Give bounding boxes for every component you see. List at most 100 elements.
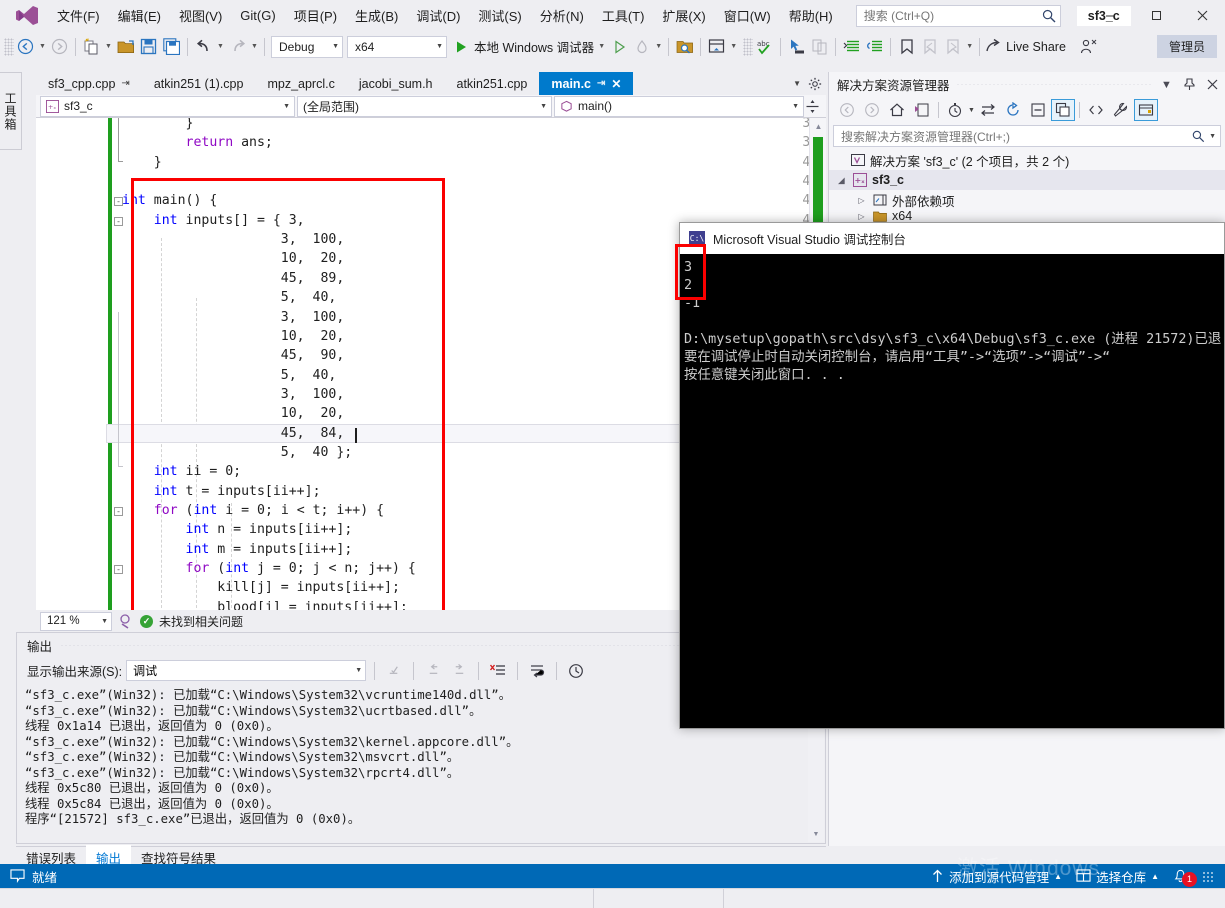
fold-toggle-icon[interactable]: -	[114, 565, 123, 575]
menu-item-analyze[interactable]: 分析(N)	[531, 2, 593, 29]
code-line[interactable]: return ans;	[122, 135, 273, 150]
chevron-down-icon-8[interactable]: ▼	[1158, 75, 1175, 94]
fold-toggle-icon[interactable]: -	[114, 507, 123, 516]
resize-grip[interactable]	[1202, 870, 1213, 882]
save-all-icon[interactable]	[160, 35, 183, 58]
code-line[interactable]: 45, 90,	[122, 348, 345, 363]
code-line[interactable]: 10, 20,	[122, 251, 345, 266]
member-scope-combo[interactable]: main() ▼	[554, 95, 804, 117]
code-line[interactable]: int inputs[] = { 3,	[122, 213, 305, 228]
code-line[interactable]: 3, 100,	[122, 387, 345, 402]
jump-next-icon[interactable]	[448, 660, 470, 682]
preview-icon[interactable]	[1133, 99, 1158, 121]
menu-item-debug[interactable]: 调试(D)	[407, 2, 469, 29]
tab-jacobi-sum[interactable]: jacobi_sum.h	[346, 72, 445, 95]
menu-item-edit[interactable]: 编辑(E)	[109, 2, 170, 29]
code-line[interactable]: 5, 40,	[122, 290, 337, 305]
zoom-level-combo[interactable]: 121 % ▼	[40, 611, 112, 631]
menu-item-tools[interactable]: 工具(T)	[593, 2, 654, 29]
maximize-button[interactable]	[1133, 0, 1179, 31]
window-layout-dropdown-icon[interactable]: ▼	[728, 43, 739, 50]
menu-item-project[interactable]: 项目(P)	[285, 2, 346, 29]
hot-reload-icon[interactable]	[630, 35, 653, 58]
fold-toggle-icon[interactable]: -	[114, 216, 123, 226]
pin-icon[interactable]: ⇥	[121, 78, 129, 89]
menu-item-test[interactable]: 测试(S)	[469, 2, 530, 29]
tab-atkin251[interactable]: atkin251.cpp	[444, 72, 540, 95]
indent-icon[interactable]	[840, 35, 863, 58]
tab-mpz-aprcl[interactable]: mpz_aprcl.c	[255, 72, 347, 95]
hot-reload-dropdown-icon[interactable]: ▼	[653, 43, 664, 50]
solution-configuration-combo[interactable]: Debug ▼	[271, 35, 343, 58]
menu-item-window[interactable]: 窗口(W)	[715, 2, 780, 29]
start-without-debugging-icon[interactable]	[607, 35, 630, 58]
code-line[interactable]: }	[122, 155, 162, 170]
output-scroll-down-icon[interactable]: ▼	[808, 826, 824, 842]
solution-platform-combo[interactable]: x64 ▼	[347, 35, 447, 58]
code-line[interactable]: int m = inputs[ii++];	[122, 542, 353, 557]
close-button[interactable]	[1179, 0, 1225, 31]
tab-main-c[interactable]: main.c ⇥ ✕	[539, 72, 634, 95]
undo-dropdown-icon[interactable]: ▼	[215, 43, 226, 50]
menu-item-git[interactable]: Git(G)	[231, 4, 284, 27]
code-line[interactable]: for (int j = 0; j < n; j++) {	[122, 561, 416, 576]
feedback-icon[interactable]	[1078, 35, 1101, 58]
gear-icon[interactable]	[808, 77, 822, 91]
collapse-all-icon[interactable]	[1026, 99, 1050, 121]
code-line[interactable]: int ii = 0;	[122, 464, 241, 479]
outdent-icon[interactable]	[863, 35, 886, 58]
tab-sf3-cpp[interactable]: sf3_cpp.cpp ⇥	[36, 72, 142, 95]
undo-icon[interactable]	[192, 35, 215, 58]
back-icon[interactable]	[835, 99, 859, 121]
solution-explorer-search-input[interactable]: 搜索解决方案资源管理器(Ctrl+;) ▼	[833, 125, 1221, 147]
jump-prev-icon[interactable]	[422, 660, 444, 682]
console-title-bar[interactable]: C:\ Microsoft Visual Studio 调试控制台	[680, 223, 1224, 254]
tree-item-external-dependencies[interactable]: ▷ 外部依赖项	[829, 190, 1225, 210]
notifications-button[interactable]: 1	[1173, 869, 1197, 887]
close-icon-2[interactable]	[1204, 75, 1221, 94]
code-line[interactable]: int n = inputs[ii++];	[122, 522, 353, 537]
word-wrap-icon[interactable]	[526, 660, 548, 682]
code-line[interactable]: 3, 100,	[122, 310, 345, 325]
code-line[interactable]: 45, 84,	[122, 426, 345, 441]
pending-changes-icon[interactable]	[910, 99, 934, 121]
recent-icon[interactable]	[943, 99, 967, 121]
global-scope-combo[interactable]: (全局范围) ▼	[297, 95, 552, 117]
new-item-icon[interactable]	[80, 35, 103, 58]
show-all-files-icon[interactable]	[1050, 99, 1075, 121]
code-line[interactable]: for (int i = 0; i < t; i++) {	[122, 503, 384, 518]
code-line[interactable]: 10, 20,	[122, 406, 345, 421]
menu-item-extensions[interactable]: 扩展(X)	[653, 2, 714, 29]
sync-icon[interactable]	[976, 99, 1000, 121]
add-to-source-control-button[interactable]: 添加到源代码管理 ▲	[931, 867, 1062, 886]
previous-bookmark-icon[interactable]	[918, 35, 941, 58]
code-view-icon[interactable]	[1084, 99, 1108, 121]
code-line[interactable]: 3, 100,	[122, 232, 345, 247]
menu-item-view[interactable]: 视图(V)	[170, 2, 231, 29]
bookmark-overflow-icon[interactable]: ▼	[964, 43, 975, 50]
navigate-forward-icon[interactable]	[48, 35, 71, 58]
properties-icon[interactable]	[1109, 99, 1133, 121]
global-search-input[interactable]: 搜索 (Ctrl+Q)	[855, 4, 1061, 27]
expand-arrow-icon-2[interactable]: ▷	[855, 196, 868, 205]
tree-item-solution[interactable]: 解决方案 'sf3_c' (2 个项目，共 2 个)	[829, 150, 1225, 170]
find-message-icon[interactable]	[383, 660, 405, 682]
project-scope-combo[interactable]: +ₓ sf3_c ▼	[40, 95, 295, 117]
next-bookmark-icon[interactable]	[941, 35, 964, 58]
spellcheck-abc-icon[interactable]: abc	[753, 35, 776, 58]
split-editor-icon[interactable]	[806, 99, 826, 114]
code-line[interactable]: 5, 40 };	[122, 445, 352, 460]
toolbar-grip[interactable]	[4, 37, 14, 56]
tab-atkin251-1[interactable]: atkin251 (1).cpp	[141, 72, 256, 95]
expand-arrow-icon-3[interactable]: ▷	[855, 212, 868, 221]
debug-console-window[interactable]: C:\ Microsoft Visual Studio 调试控制台 3 2 -1 D…	[679, 222, 1225, 729]
pin-icon-active[interactable]: ⇥	[597, 78, 605, 89]
navigation-icon[interactable]	[118, 613, 134, 629]
redo-icon[interactable]	[226, 35, 249, 58]
scroll-up-icon[interactable]: ▲	[810, 118, 826, 135]
console-output-area[interactable]: 3 2 -1 D:\mysetup\gopath\src\dsy\sf3_c\x64…	[680, 254, 1224, 728]
toolbar-grip-2[interactable]	[743, 37, 754, 56]
code-line[interactable]: 10, 20,	[122, 329, 345, 344]
back-dropdown-icon[interactable]: ▼	[37, 43, 48, 50]
expand-arrow-icon[interactable]: ◢	[835, 176, 848, 185]
